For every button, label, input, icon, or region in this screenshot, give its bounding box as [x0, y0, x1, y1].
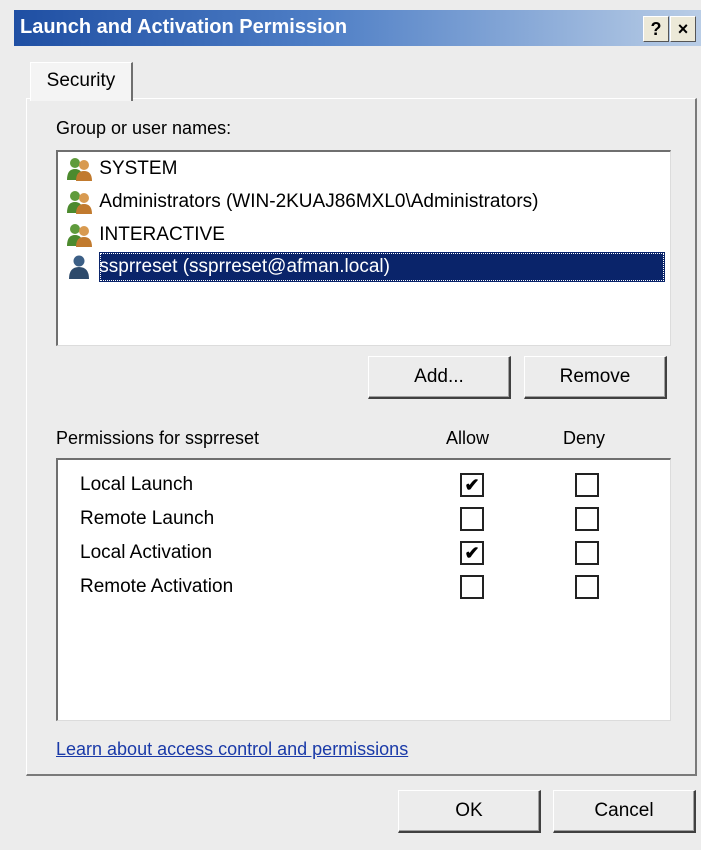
local-launch-deny-checkbox[interactable]: [575, 473, 599, 497]
list-item-label: ssprreset (ssprreset@afman.local): [99, 252, 666, 282]
permissions-label: Permissions for ssprreset: [56, 428, 260, 448]
local-launch-allow-checkbox[interactable]: ✔: [460, 473, 484, 497]
allow-column-header: Allow: [446, 428, 490, 448]
list-item-label: INTERACTIVE: [99, 224, 225, 245]
remove-button[interactable]: Remove: [524, 356, 667, 399]
permission-local-activation-label: Local Activation: [80, 542, 213, 563]
list-item[interactable]: Administrators (WIN-2KUAJ86MXL0\Administ…: [66, 187, 666, 217]
tab-security[interactable]: Security: [30, 62, 133, 101]
local-activation-deny-checkbox[interactable]: [575, 541, 599, 565]
window-title: Launch and Activation Permission: [20, 16, 348, 38]
list-item[interactable]: INTERACTIVE: [66, 220, 666, 250]
user-icon: [66, 254, 94, 280]
list-item-label: SYSTEM: [99, 158, 178, 179]
group-icon: [66, 156, 94, 182]
group-user-listbox[interactable]: SYSTEM Administrators (WIN-2KUAJ86MXL0\A…: [56, 150, 671, 346]
list-item-label: Administrators (WIN-2KUAJ86MXL0\Administ…: [99, 191, 539, 212]
remote-activation-allow-checkbox[interactable]: [460, 575, 484, 599]
dialog-window: Launch and Activation Permission ? × Sec…: [0, 0, 701, 850]
permission-remote-launch-label: Remote Launch: [80, 508, 215, 529]
list-item[interactable]: SYSTEM: [66, 154, 666, 184]
remote-launch-deny-checkbox[interactable]: [575, 507, 599, 531]
permission-remote-activation-label: Remote Activation: [80, 576, 234, 597]
cancel-button[interactable]: Cancel: [553, 790, 696, 833]
ok-button[interactable]: OK: [398, 790, 541, 833]
help-button[interactable]: ?: [643, 16, 669, 42]
list-item-selected[interactable]: ssprreset (ssprreset@afman.local): [66, 252, 666, 282]
title-bar[interactable]: Launch and Activation Permission ? ×: [14, 10, 701, 46]
remote-activation-deny-checkbox[interactable]: [575, 575, 599, 599]
local-activation-allow-checkbox[interactable]: ✔: [460, 541, 484, 565]
add-button[interactable]: Add...: [368, 356, 511, 399]
learn-access-control-link[interactable]: Learn about access control and permissio…: [56, 739, 408, 760]
permission-local-launch-label: Local Launch: [80, 474, 194, 495]
group-icon: [66, 222, 94, 248]
group-icon: [66, 189, 94, 215]
permissions-list: Local Launch Remote Launch Local Activat…: [56, 458, 671, 721]
deny-column-header: Deny: [563, 428, 606, 448]
close-button[interactable]: ×: [670, 16, 696, 42]
remote-launch-allow-checkbox[interactable]: [460, 507, 484, 531]
group-user-names-label: Group or user names:: [56, 118, 232, 138]
